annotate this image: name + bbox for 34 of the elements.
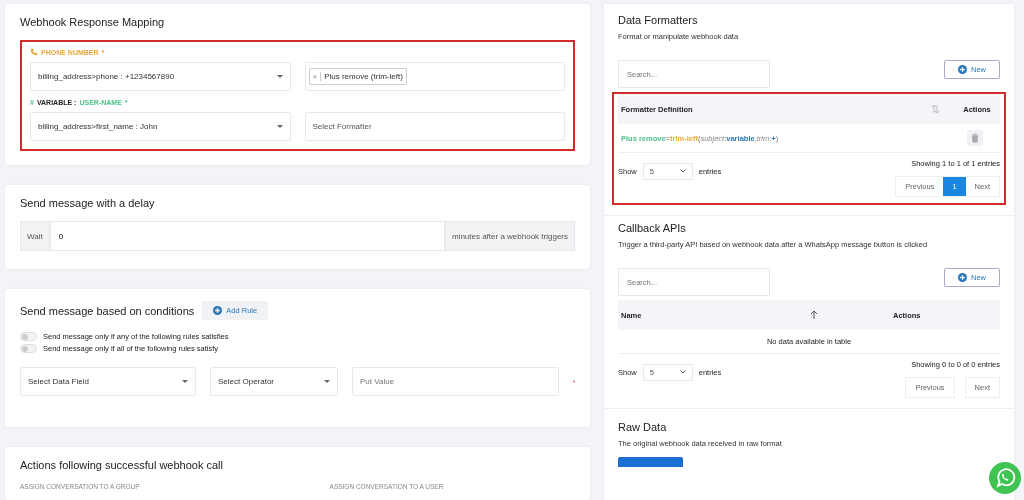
toggle-switch[interactable] bbox=[20, 332, 37, 341]
toggle-switch[interactable] bbox=[20, 344, 37, 353]
section-title: Raw Data bbox=[618, 421, 668, 433]
caret-icon bbox=[276, 75, 283, 78]
plus-circle-icon bbox=[213, 306, 223, 315]
card-title: Actions following successful webhook call bbox=[20, 459, 224, 471]
caret-icon bbox=[276, 125, 283, 128]
section-title: Callback APIs bbox=[618, 222, 687, 234]
data-field-select[interactable]: Select Data Field bbox=[20, 367, 196, 396]
data-field-select[interactable]: billing_address>first_name : John bbox=[30, 112, 291, 141]
card-title: Send message based on conditions bbox=[20, 304, 195, 317]
plus-circle-icon bbox=[958, 273, 967, 282]
caret-icon bbox=[324, 380, 330, 383]
chat-bubble-icon[interactable] bbox=[989, 462, 1021, 494]
input-suffix: minutes after a webhook triggers bbox=[444, 221, 575, 251]
input-prefix: Wait bbox=[20, 221, 50, 251]
card-title: Webhook Response Mapping bbox=[20, 16, 166, 28]
plus-circle-icon bbox=[958, 65, 967, 74]
remove-tag-button[interactable]: × bbox=[312, 72, 322, 81]
chevron-icon bbox=[679, 370, 686, 374]
caret-icon bbox=[182, 380, 188, 383]
sort-icon[interactable] bbox=[811, 311, 817, 319]
formatter-select[interactable]: Select Formatter bbox=[304, 112, 565, 141]
phone-icon bbox=[30, 48, 38, 56]
delay-input[interactable]: 0 bbox=[49, 221, 445, 251]
trash-icon[interactable] bbox=[967, 130, 983, 146]
card-title: Send message with a delay bbox=[20, 197, 156, 209]
chevron-icon bbox=[679, 169, 686, 173]
data-field-select[interactable]: billing_address>phone : +1234567890 bbox=[30, 62, 291, 91]
formatter-select[interactable]: × Plus remove (trim-left) bbox=[304, 62, 565, 91]
operator-select[interactable]: Select Operator bbox=[210, 367, 338, 396]
formatter-tag: Plus remove (trim-left) bbox=[324, 72, 403, 81]
value-input[interactable]: Put Value bbox=[352, 367, 559, 396]
section-title: Data Formatters bbox=[618, 14, 699, 26]
